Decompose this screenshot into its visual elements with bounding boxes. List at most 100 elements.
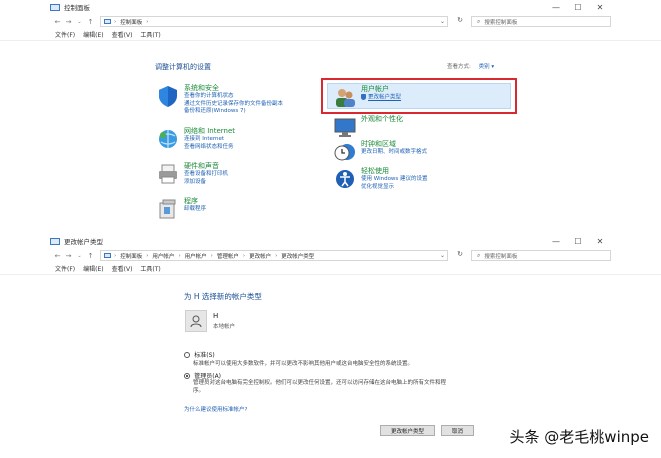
user-name: H bbox=[213, 312, 219, 320]
back-arrow-icon[interactable]: ← bbox=[52, 252, 63, 260]
refresh-icon[interactable]: ↻ bbox=[454, 16, 466, 27]
menu-edit[interactable]: 编辑(E) bbox=[83, 264, 103, 273]
breadcrumb-separator-icon: › bbox=[146, 18, 149, 25]
category-title[interactable]: 外观和个性化 bbox=[361, 115, 403, 124]
control-panel-window: 控制面板 — ☐ ✕ ← → ⌄ ↑ › 控制面板 › ⌄ ↻ ⌕ 搜索控制面板… bbox=[0, 0, 661, 41]
category-title[interactable]: 用户帐户 bbox=[361, 85, 401, 94]
category-link[interactable]: 通过文件历史记录保存你的文件备份副本 bbox=[184, 101, 283, 109]
category-link[interactable]: 备份和还原(Windows 7) bbox=[184, 108, 283, 116]
standard-label[interactable]: 标准(S) bbox=[194, 352, 215, 359]
menu-file[interactable]: 文件(F) bbox=[55, 264, 75, 273]
chevron-down-icon[interactable]: ⌄ bbox=[440, 252, 445, 259]
refresh-icon[interactable]: ↻ bbox=[454, 250, 466, 261]
breadcrumb-item[interactable]: 控制面板 bbox=[120, 252, 142, 260]
breadcrumb-separator-icon: › bbox=[178, 252, 181, 259]
admin-label[interactable]: 管理员(A) bbox=[194, 373, 221, 380]
menu-view[interactable]: 查看(V) bbox=[112, 264, 133, 273]
breadcrumb-separator-icon: › bbox=[275, 252, 278, 259]
why-standard-link[interactable]: 为什么建议使用标准帐户? bbox=[184, 405, 247, 413]
search-input[interactable]: ⌕ 搜索控制面板 bbox=[471, 16, 611, 27]
category-link[interactable]: 查看设备和打印机 bbox=[184, 171, 228, 179]
search-input[interactable]: ⌕ 搜索控制面板 bbox=[471, 250, 611, 261]
menu-tools[interactable]: 工具(T) bbox=[140, 264, 160, 273]
folder-icon bbox=[104, 253, 111, 258]
category-link[interactable]: 使用 Windows 建议的设置 bbox=[361, 176, 428, 184]
up-arrow-icon[interactable]: ↑ bbox=[85, 252, 96, 260]
category-link[interactable]: 更改帐户类型 bbox=[361, 94, 401, 102]
recent-chevron-icon[interactable]: ⌄ bbox=[74, 253, 85, 259]
back-arrow-icon[interactable]: ← bbox=[52, 18, 63, 26]
search-icon: ⌕ bbox=[477, 17, 481, 25]
user-type: 本地帐户 bbox=[213, 324, 236, 330]
minimize-button[interactable]: — bbox=[545, 0, 567, 14]
view-by-label: 查看方式: bbox=[447, 64, 471, 70]
menu-tools[interactable]: 工具(T) bbox=[140, 30, 160, 39]
category-system-security: 系统和安全 查看你的计算机状态 通过文件历史记录保存你的文件备份副本 备份和还原… bbox=[156, 84, 283, 116]
user-card: H 本地帐户 bbox=[185, 310, 235, 332]
change-account-type-window: 更改帐户类型 — ☐ ✕ ← → ⌄ ↑ › 控制面板 › 用户帐户 › 用户帐… bbox=[0, 234, 661, 275]
avatar bbox=[185, 310, 207, 332]
breadcrumb-item[interactable]: 用户帐户 bbox=[152, 252, 174, 260]
address-row: ← → ⌄ ↑ › 控制面板 › ⌄ ↻ ⌕ 搜索控制面板 bbox=[0, 14, 661, 29]
breadcrumb-item[interactable]: 用户帐户 bbox=[185, 252, 207, 260]
category-title[interactable]: 时钟和区域 bbox=[361, 140, 427, 149]
menu-file[interactable]: 文件(F) bbox=[55, 30, 75, 39]
category-title[interactable]: 系统和安全 bbox=[184, 84, 283, 93]
category-title[interactable]: 硬件和声音 bbox=[184, 162, 228, 171]
category-hardware-sound: 硬件和声音 查看设备和打印机 添加设备 bbox=[156, 162, 228, 186]
address-row: ← → ⌄ ↑ › 控制面板 › 用户帐户 › 用户帐户 › 管理帐户 › 更改… bbox=[0, 248, 661, 263]
menu-view[interactable]: 查看(V) bbox=[112, 30, 133, 39]
forward-arrow-icon[interactable]: → bbox=[63, 252, 74, 260]
change-account-type-link[interactable]: 更改帐户类型 bbox=[368, 95, 401, 101]
category-title[interactable]: 网络和 Internet bbox=[184, 127, 235, 136]
breadcrumb-item[interactable]: 更改帐户类型 bbox=[281, 252, 314, 260]
maximize-button[interactable]: ☐ bbox=[567, 234, 589, 248]
category-user-accounts: 用户帐户 更改帐户类型 bbox=[333, 85, 401, 109]
category-link[interactable]: 连接到 Internet bbox=[184, 136, 235, 144]
admin-description-line: 管理员对这台电脑有完全控制权。他们可以更改任何设置，还可以访问存储在这台电脑上的… bbox=[193, 380, 447, 386]
breadcrumb-item[interactable]: 更改帐户 bbox=[249, 252, 271, 260]
admin-radio[interactable] bbox=[184, 373, 190, 379]
breadcrumb-separator-icon: › bbox=[114, 18, 117, 25]
cancel-button[interactable]: 取消 bbox=[441, 425, 474, 436]
address-bar[interactable]: › 控制面板 › 用户帐户 › 用户帐户 › 管理帐户 › 更改帐户 › 更改帐… bbox=[100, 250, 448, 261]
breadcrumb-item[interactable]: 管理帐户 bbox=[217, 252, 239, 260]
control-panel-icon bbox=[50, 3, 60, 11]
category-link[interactable]: 添加设备 bbox=[184, 179, 228, 187]
category-network: 网络和 Internet 连接到 Internet 查看网络状态和任务 bbox=[156, 127, 235, 151]
menu-edit[interactable]: 编辑(E) bbox=[83, 30, 103, 39]
change-account-type-button[interactable]: 更改帐户类型 bbox=[380, 425, 435, 436]
category-link[interactable]: 优化视觉显示 bbox=[361, 184, 428, 192]
breadcrumb-item[interactable]: 控制面板 bbox=[120, 18, 142, 26]
view-by-dropdown[interactable]: 类别 ▾ bbox=[479, 64, 495, 70]
breadcrumb-separator-icon: › bbox=[242, 252, 246, 259]
up-arrow-icon[interactable]: ↑ bbox=[85, 18, 96, 26]
title-bar: 更改帐户类型 — ☐ ✕ bbox=[0, 234, 661, 248]
search-placeholder: 搜索控制面板 bbox=[484, 19, 518, 26]
programs-icon bbox=[159, 199, 176, 219]
title-bar: 控制面板 — ☐ ✕ bbox=[0, 0, 661, 14]
minimize-button[interactable]: — bbox=[545, 234, 567, 248]
recent-chevron-icon[interactable]: ⌄ bbox=[74, 19, 85, 25]
category-link[interactable]: 更改日期、时间或数字格式 bbox=[361, 149, 427, 157]
category-appearance: 外观和个性化 bbox=[333, 115, 403, 139]
breadcrumb-separator-icon: › bbox=[114, 252, 117, 259]
menu-bar: 文件(F) 编辑(E) 查看(V) 工具(T) bbox=[0, 29, 661, 41]
forward-arrow-icon[interactable]: → bbox=[63, 18, 74, 26]
chevron-down-icon[interactable]: ⌄ bbox=[440, 18, 445, 25]
category-link[interactable]: 查看网络状态和任务 bbox=[184, 144, 235, 152]
globe-network-icon bbox=[159, 130, 177, 148]
category-title[interactable]: 轻松使用 bbox=[361, 167, 428, 176]
category-link[interactable]: 查看你的计算机状态 bbox=[184, 93, 283, 101]
admin-option[interactable]: 管理员(A) bbox=[184, 371, 221, 380]
close-button[interactable]: ✕ bbox=[589, 0, 611, 14]
maximize-button[interactable]: ☐ bbox=[567, 0, 589, 14]
user-icon bbox=[190, 315, 202, 328]
standard-description: 标准帐户可以使用大多数软件，并可以更改不影响其他用户或这台电脑安全性的系统设置。 bbox=[193, 361, 414, 367]
standard-radio[interactable] bbox=[184, 352, 190, 358]
category-title[interactable]: 程序 bbox=[184, 197, 206, 206]
close-button[interactable]: ✕ bbox=[589, 234, 611, 248]
address-bar[interactable]: › 控制面板 › ⌄ bbox=[100, 16, 448, 27]
category-link[interactable]: 卸载程序 bbox=[184, 206, 206, 214]
standard-option[interactable]: 标准(S) bbox=[184, 350, 215, 359]
